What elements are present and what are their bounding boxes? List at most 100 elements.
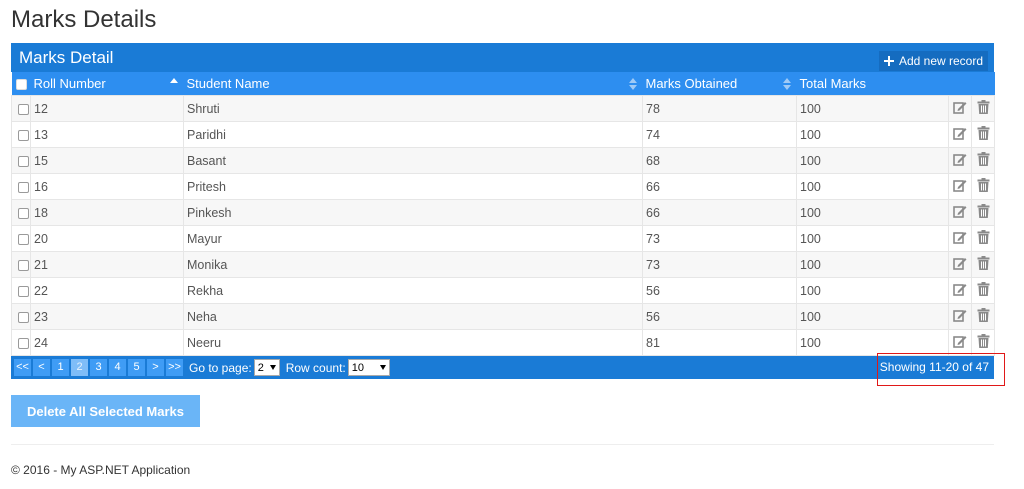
edit-cell[interactable] [948,251,972,278]
row-select-cell[interactable] [11,303,31,330]
edit-cell[interactable] [948,147,972,174]
trash-icon[interactable] [977,126,990,143]
row-checkbox[interactable] [18,129,29,141]
roll-number-cell: 22 [30,277,184,304]
row-select-cell[interactable] [11,121,31,148]
trash-icon[interactable] [977,282,990,299]
select-all-checkbox[interactable] [15,79,27,91]
trash-icon[interactable] [977,230,990,247]
delete-all-selected-button[interactable]: Delete All Selected Marks [11,395,200,427]
delete-cell[interactable] [971,303,995,330]
row-checkbox[interactable] [18,311,29,323]
roll-number-cell: 24 [30,329,184,356]
row-select-cell[interactable] [11,277,31,304]
delete-cell[interactable] [971,277,995,304]
panel-title: Marks Detail [19,48,114,67]
roll-number-cell: 16 [30,173,184,200]
delete-cell[interactable] [971,173,995,200]
delete-cell[interactable] [971,225,995,252]
table-header-row: Roll Number Student Name Marks Obtained … [11,72,995,96]
edit-cell[interactable] [948,121,972,148]
row-select-cell[interactable] [11,225,31,252]
column-label: Marks Obtained [645,76,738,91]
trash-icon[interactable] [977,256,990,273]
row-checkbox[interactable] [18,233,29,245]
row-checkbox[interactable] [18,259,29,271]
table-row: 24 Neeru 81 100 [11,329,995,356]
delete-cell[interactable] [971,95,995,122]
table-row: 21 Monika 73 100 [11,251,995,278]
row-checkbox[interactable] [18,181,29,193]
marks-obtained-cell: 73 [642,251,797,278]
edit-icon[interactable] [953,100,967,117]
edit-icon[interactable] [953,126,967,143]
row-checkbox[interactable] [18,285,29,297]
page-button-3[interactable]: 3 [90,359,107,376]
row-checkbox[interactable] [18,207,29,219]
edit-cell[interactable] [948,303,972,330]
student-name-cell: Paridhi [183,121,643,148]
delete-cell[interactable] [971,251,995,278]
edit-cell[interactable] [948,199,972,226]
edit-cell[interactable] [948,173,972,200]
column-header-student-name[interactable]: Student Name [183,72,643,96]
row-select-cell[interactable] [11,329,31,356]
trash-icon[interactable] [977,100,990,117]
sort-icon[interactable] [782,78,791,90]
next-page-button[interactable]: > [147,359,164,376]
edit-icon[interactable] [953,282,967,299]
trash-icon[interactable] [977,334,990,351]
edit-cell[interactable] [948,277,972,304]
edit-column-header [948,72,972,96]
marks-obtained-cell: 78 [642,95,797,122]
row-select-cell[interactable] [11,95,31,122]
row-select-cell[interactable] [11,173,31,200]
edit-icon[interactable] [953,308,967,325]
row-checkbox[interactable] [18,155,29,167]
trash-icon[interactable] [977,152,990,169]
student-name-cell: Rekha [183,277,643,304]
delete-cell[interactable] [971,121,995,148]
sort-icon[interactable] [628,78,637,90]
total-marks-cell: 100 [796,225,949,252]
total-marks-cell: 100 [796,173,949,200]
row-checkbox[interactable] [18,337,29,349]
edit-icon[interactable] [953,230,967,247]
delete-cell[interactable] [971,329,995,356]
table-row: 22 Rekha 56 100 [11,277,995,304]
column-header-total-marks[interactable]: Total Marks [796,72,949,96]
page-button-1[interactable]: 1 [52,359,69,376]
column-label: Total Marks [799,76,866,91]
select-all-cell[interactable] [11,72,31,96]
add-new-record-button[interactable]: Add new record [878,51,988,71]
column-header-roll-number[interactable]: Roll Number [30,72,184,96]
row-checkbox[interactable] [18,103,29,115]
edit-icon[interactable] [953,152,967,169]
page-button-2[interactable]: 2 [71,359,88,376]
edit-cell[interactable] [948,225,972,252]
edit-icon[interactable] [953,178,967,195]
prev-page-button[interactable]: < [33,359,50,376]
edit-icon[interactable] [953,256,967,273]
roll-number-cell: 12 [30,95,184,122]
edit-icon[interactable] [953,204,967,221]
trash-icon[interactable] [977,204,990,221]
first-page-button[interactable]: << [14,359,31,376]
delete-cell[interactable] [971,199,995,226]
delete-cell[interactable] [971,147,995,174]
goto-page-select[interactable]: 2 [253,359,280,376]
row-select-cell[interactable] [11,199,31,226]
page-button-4[interactable]: 4 [109,359,126,376]
trash-icon[interactable] [977,178,990,195]
last-page-button[interactable]: >> [166,359,183,376]
column-header-marks-obtained[interactable]: Marks Obtained [642,72,797,96]
page-button-5[interactable]: 5 [128,359,145,376]
edit-cell[interactable] [948,329,972,356]
row-count-select[interactable]: 10 [347,359,390,376]
edit-cell[interactable] [948,95,972,122]
trash-icon[interactable] [977,308,990,325]
sort-ascending-icon[interactable] [169,78,178,90]
row-select-cell[interactable] [11,251,31,278]
row-select-cell[interactable] [11,147,31,174]
edit-icon[interactable] [953,334,967,351]
